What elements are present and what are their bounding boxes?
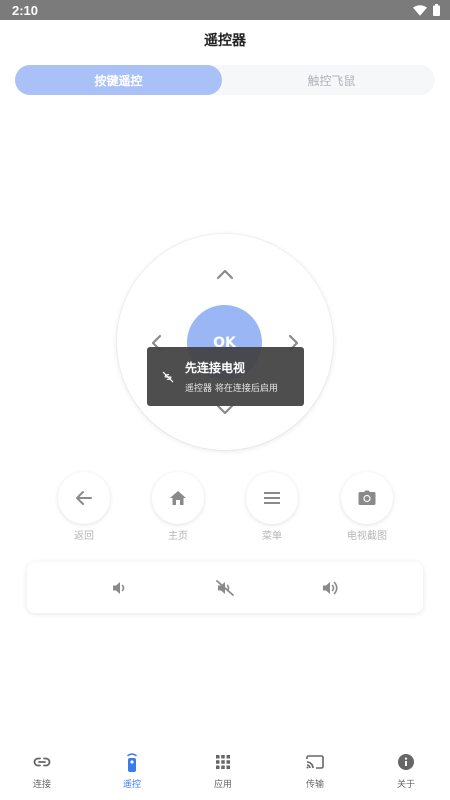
toast-title: 先连接电视	[185, 361, 246, 375]
tv-screenshot-label: 电视截图	[347, 531, 387, 542]
volume-mute-button[interactable]	[214, 577, 236, 599]
nav-item-cast[interactable]: 传输	[270, 740, 360, 800]
cast-icon	[306, 755, 324, 769]
bottom-nav: 连接 遥控 应用 传输 关于	[0, 740, 450, 800]
status-time: 2:10	[12, 2, 39, 18]
dpad: OK	[117, 234, 333, 450]
status-icons	[413, 4, 440, 16]
chevron-up-icon	[216, 269, 234, 280]
menu-icon	[264, 492, 280, 504]
menu-button[interactable]	[246, 472, 298, 524]
camera-icon	[358, 490, 376, 505]
dpad-up-button[interactable]	[211, 260, 239, 288]
link-off-icon	[162, 371, 174, 382]
toast: 先连接电视 遥控器 将在连接后启用	[147, 347, 304, 406]
nav-label-connect: 连接	[32, 780, 51, 790]
nav-label-cast: 传输	[305, 780, 324, 790]
volume-down-icon	[113, 582, 125, 594]
toast-subtitle: 遥控器 将在连接后启用	[185, 384, 278, 394]
volume-up-icon	[323, 581, 338, 595]
apps-grid-icon	[216, 755, 230, 769]
remote-icon	[127, 753, 137, 772]
back-button[interactable]	[58, 472, 110, 524]
menu-label: 菜单	[262, 531, 282, 542]
tv-screenshot-button[interactable]	[341, 472, 393, 524]
nav-item-remote[interactable]: 遥控	[87, 740, 177, 800]
home-icon	[170, 491, 186, 505]
mode-tab-bar: 按键遥控 触控飞鼠	[15, 65, 435, 95]
home-button[interactable]	[152, 472, 204, 524]
link-icon	[33, 757, 51, 767]
page-title: 遥控器	[204, 33, 246, 49]
status-bar: 2:10	[0, 0, 450, 20]
tab-touch-mouse[interactable]: 触控飞鼠	[228, 65, 435, 95]
volume-mute-icon	[216, 580, 234, 596]
nav-item-about[interactable]: 关于	[361, 740, 450, 800]
info-icon	[398, 754, 414, 770]
nav-label-about: 关于	[396, 780, 415, 790]
volume-card	[27, 562, 423, 613]
back-label: 返回	[74, 531, 94, 542]
battery-icon	[433, 4, 440, 16]
back-arrow-icon	[76, 491, 92, 505]
nav-item-connect[interactable]: 连接	[0, 740, 87, 800]
home-label: 主页	[168, 531, 188, 542]
nav-label-remote: 遥控	[122, 780, 141, 790]
nav-label-apps: 应用	[213, 780, 232, 790]
nav-item-apps[interactable]: 应用	[178, 740, 268, 800]
wifi-icon	[413, 4, 427, 16]
tab-button-remote[interactable]: 按键遥控	[15, 65, 222, 95]
volume-down-button[interactable]	[109, 577, 131, 599]
volume-up-button[interactable]	[320, 577, 342, 599]
